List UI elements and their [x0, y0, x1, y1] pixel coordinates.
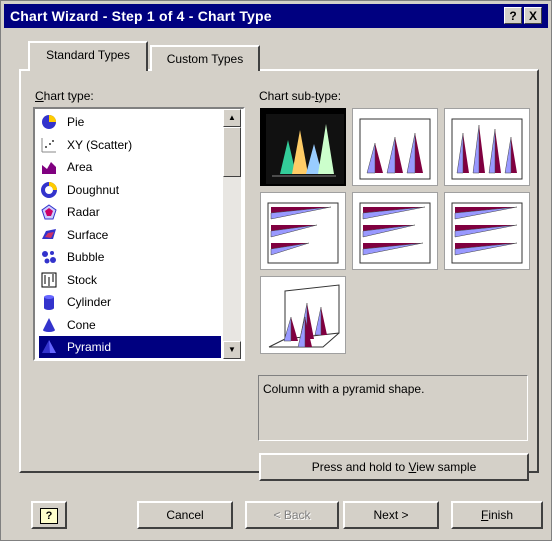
scatter-icon: [41, 137, 57, 153]
chart-type-item[interactable]: XY (Scatter): [39, 134, 221, 156]
press-and-hold-button[interactable]: Press and hold to View sample: [259, 453, 529, 481]
chart-subtype-option[interactable]: [444, 192, 530, 270]
chart-type-item-label: Doughnut: [67, 182, 120, 197]
cancel-button[interactable]: Cancel: [137, 501, 233, 529]
radar-icon: [41, 204, 57, 220]
chart-type-item-label: Surface: [67, 227, 109, 242]
next-button[interactable]: Next >: [343, 501, 439, 529]
chart-type-item[interactable]: Pyramid: [39, 336, 221, 358]
chart-type-item-label: XY (Scatter): [67, 137, 133, 152]
cylinder-icon: [41, 294, 57, 310]
chart-subtype-option[interactable]: [444, 108, 530, 186]
bubble-icon: [41, 249, 57, 265]
subtype-description: Column with a pyramid shape.: [258, 375, 528, 441]
chart-type-item[interactable]: Cone: [39, 314, 221, 336]
chart-type-item[interactable]: Surface: [39, 224, 221, 246]
chart-type-label: Chart type:: [35, 89, 94, 103]
chart-type-scrollbar[interactable]: ▲ ▼: [223, 109, 241, 359]
scroll-up-button[interactable]: ▲: [223, 109, 241, 127]
help-title-button[interactable]: ?: [504, 7, 522, 24]
pie-icon: [41, 114, 57, 130]
chart-type-item[interactable]: Radar: [39, 201, 221, 223]
title-bar[interactable]: Chart Wizard - Step 1 of 4 - Chart Type …: [4, 4, 548, 28]
chart-type-item[interactable]: Pie: [39, 111, 221, 133]
chart-subtype-option[interactable]: [352, 108, 438, 186]
chart-type-item[interactable]: Cylinder: [39, 291, 221, 313]
window-title: Chart Wizard - Step 1 of 4 - Chart Type: [10, 8, 272, 24]
back-button[interactable]: < Back: [245, 501, 339, 529]
chart-subtype-option[interactable]: [260, 192, 346, 270]
scroll-thumb[interactable]: [223, 127, 241, 177]
chart-type-item-label: Radar: [67, 205, 100, 219]
chart-subtype-option[interactable]: [260, 276, 346, 354]
chart-type-list[interactable]: Pie XY (Scatter) Area Doughnut Radar Surface B…: [33, 107, 245, 361]
tab-standard-types[interactable]: Standard Types: [28, 41, 148, 71]
pyramid-icon: [41, 339, 57, 355]
chart-type-item-label: Area: [67, 160, 93, 174]
cone-icon: [41, 317, 57, 333]
chart-subtype-label: Chart sub-type:: [259, 89, 342, 103]
area-icon: [41, 159, 57, 175]
scroll-down-button[interactable]: ▼: [223, 341, 241, 359]
chart-type-item[interactable]: Bubble: [39, 246, 221, 268]
chart-type-item-label: Cone: [67, 317, 96, 332]
surface-icon: [41, 227, 57, 243]
chart-type-item[interactable]: Area: [39, 156, 221, 178]
tab-custom-types[interactable]: Custom Types: [150, 45, 260, 71]
chart-type-item-label: Cylinder: [67, 295, 112, 309]
doughnut-icon: [41, 181, 57, 198]
chart-subtype-option[interactable]: [260, 108, 346, 186]
close-button[interactable]: X: [524, 7, 542, 24]
finish-button[interactable]: Finish: [451, 501, 543, 529]
help-button[interactable]: ?: [31, 501, 67, 529]
chart-type-item-label: Pyramid: [63, 336, 116, 358]
chart-type-item[interactable]: Stock: [39, 269, 221, 291]
chart-type-item-label: Bubble: [67, 250, 105, 264]
chart-type-item-label: Pie: [67, 115, 85, 129]
help-icon: ?: [40, 508, 58, 524]
stock-icon: [41, 272, 57, 288]
chart-wizard-dialog: Chart Wizard - Step 1 of 4 - Chart Type …: [0, 0, 552, 541]
chart-subtype-option[interactable]: [352, 192, 438, 270]
chart-type-item[interactable]: Doughnut: [39, 179, 221, 201]
chart-type-item-label: Stock: [67, 272, 98, 287]
